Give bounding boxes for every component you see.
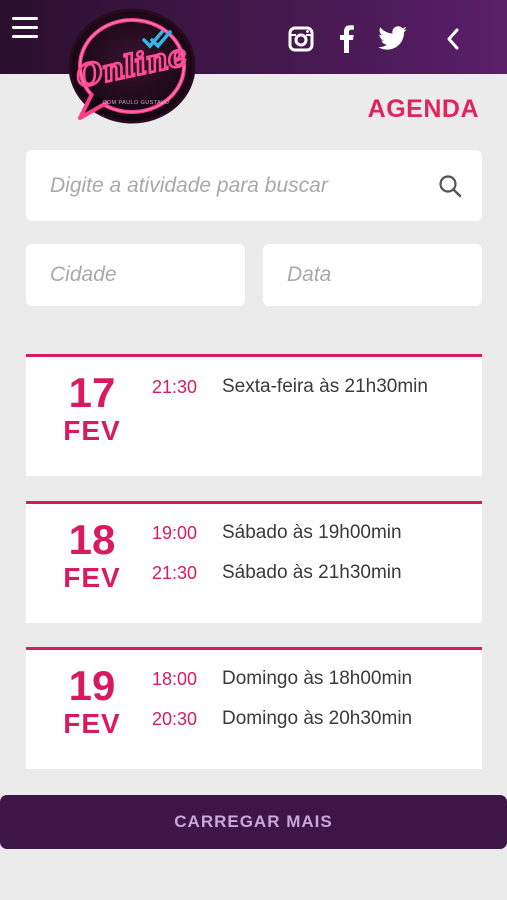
session-description: Sexta-feira às 21h30min	[222, 376, 428, 397]
session-time: 18:00	[152, 668, 198, 689]
chevron-left-icon[interactable]	[440, 22, 466, 56]
instagram-icon[interactable]	[286, 22, 316, 56]
event-card[interactable]: 19 FEV 18:00 Domingo às 18h00min 20:30 D…	[26, 647, 482, 769]
event-card[interactable]: 18 FEV 19:00 Sábado às 19h00min 21:30 Sá…	[26, 501, 482, 623]
city-input[interactable]	[48, 262, 245, 288]
session-time: 21:30	[152, 562, 198, 583]
event-month: FEV	[63, 562, 121, 593]
event-month: FEV	[63, 708, 121, 739]
date-filter	[263, 244, 482, 306]
event-date: 19 FEV	[50, 664, 134, 740]
event-date: 17 FEV	[50, 371, 134, 447]
session-row[interactable]: 18:00 Domingo às 18h00min	[152, 667, 412, 691]
search-input[interactable]	[48, 172, 482, 199]
load-more-button[interactable]: CARREGAR MAIS	[0, 795, 507, 849]
search-icon[interactable]	[438, 174, 462, 198]
session-row[interactable]: 20:30 Domingo às 20h30min	[152, 707, 412, 731]
event-month: FEV	[63, 415, 121, 446]
session-time: 21:30	[152, 376, 198, 397]
city-filter	[26, 244, 245, 306]
session-row[interactable]: 19:00 Sábado às 19h00min	[152, 521, 402, 545]
event-day: 17	[68, 369, 116, 416]
session-description: Domingo às 20h30min	[222, 708, 413, 729]
page-title: AGENDA	[367, 95, 479, 123]
app-logo: Online COM PAULO GUSTAVO	[64, 6, 198, 134]
facebook-icon[interactable]	[332, 22, 362, 56]
event-card[interactable]: 17 FEV 21:30 Sexta-feira às 21h30min	[26, 354, 482, 476]
date-input[interactable]	[285, 262, 482, 288]
hamburger-menu-icon[interactable]	[12, 17, 38, 39]
event-date: 18 FEV	[50, 518, 134, 594]
search-box	[26, 150, 482, 221]
session-description: Sábado às 19h00min	[222, 522, 402, 543]
session-row[interactable]: 21:30 Sábado às 21h30min	[152, 561, 402, 585]
logo-subtext: COM PAULO GUSTAVO	[102, 100, 169, 106]
twitter-icon[interactable]	[376, 22, 410, 56]
event-day: 19	[68, 662, 116, 709]
session-row[interactable]: 21:30 Sexta-feira às 21h30min	[152, 375, 428, 399]
session-time: 19:00	[152, 522, 198, 543]
event-day: 18	[68, 516, 116, 563]
session-description: Sábado às 21h30min	[222, 562, 402, 583]
session-description: Domingo às 18h00min	[222, 668, 413, 689]
session-time: 20:30	[152, 708, 198, 729]
